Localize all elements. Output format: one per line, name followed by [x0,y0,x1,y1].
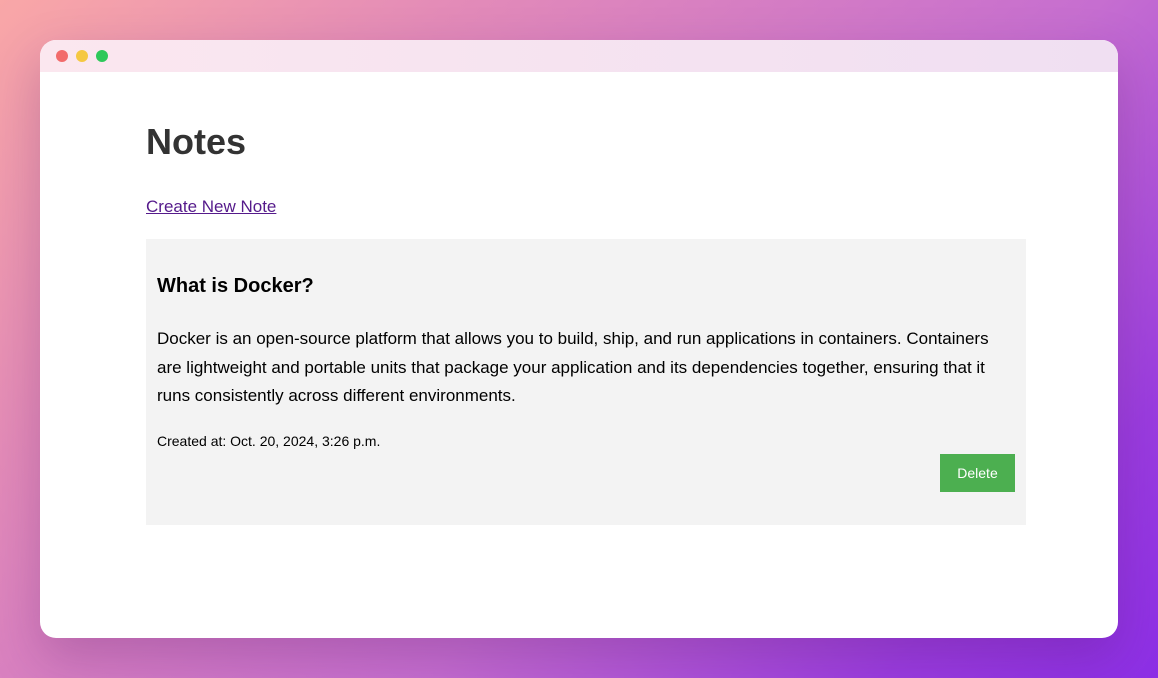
note-body: Docker is an open-source platform that a… [157,329,989,405]
delete-note-button[interactable]: Delete [940,454,1015,492]
note-created-timestamp: Created at: Oct. 20, 2024, 3:26 p.m. [157,433,381,449]
page-title: Notes [146,121,247,162]
create-new-note-link[interactable]: Create New Note [146,197,276,217]
note-card: What is Docker? Docker is an open-source… [146,239,1026,525]
close-window-icon[interactable] [56,50,68,62]
maximize-window-icon[interactable] [96,50,108,62]
minimize-window-icon[interactable] [76,50,88,62]
window-titlebar [40,40,1118,72]
note-title: What is Docker? [157,275,314,297]
browser-window: Notes Create New Note What is Docker? Do… [40,40,1118,638]
